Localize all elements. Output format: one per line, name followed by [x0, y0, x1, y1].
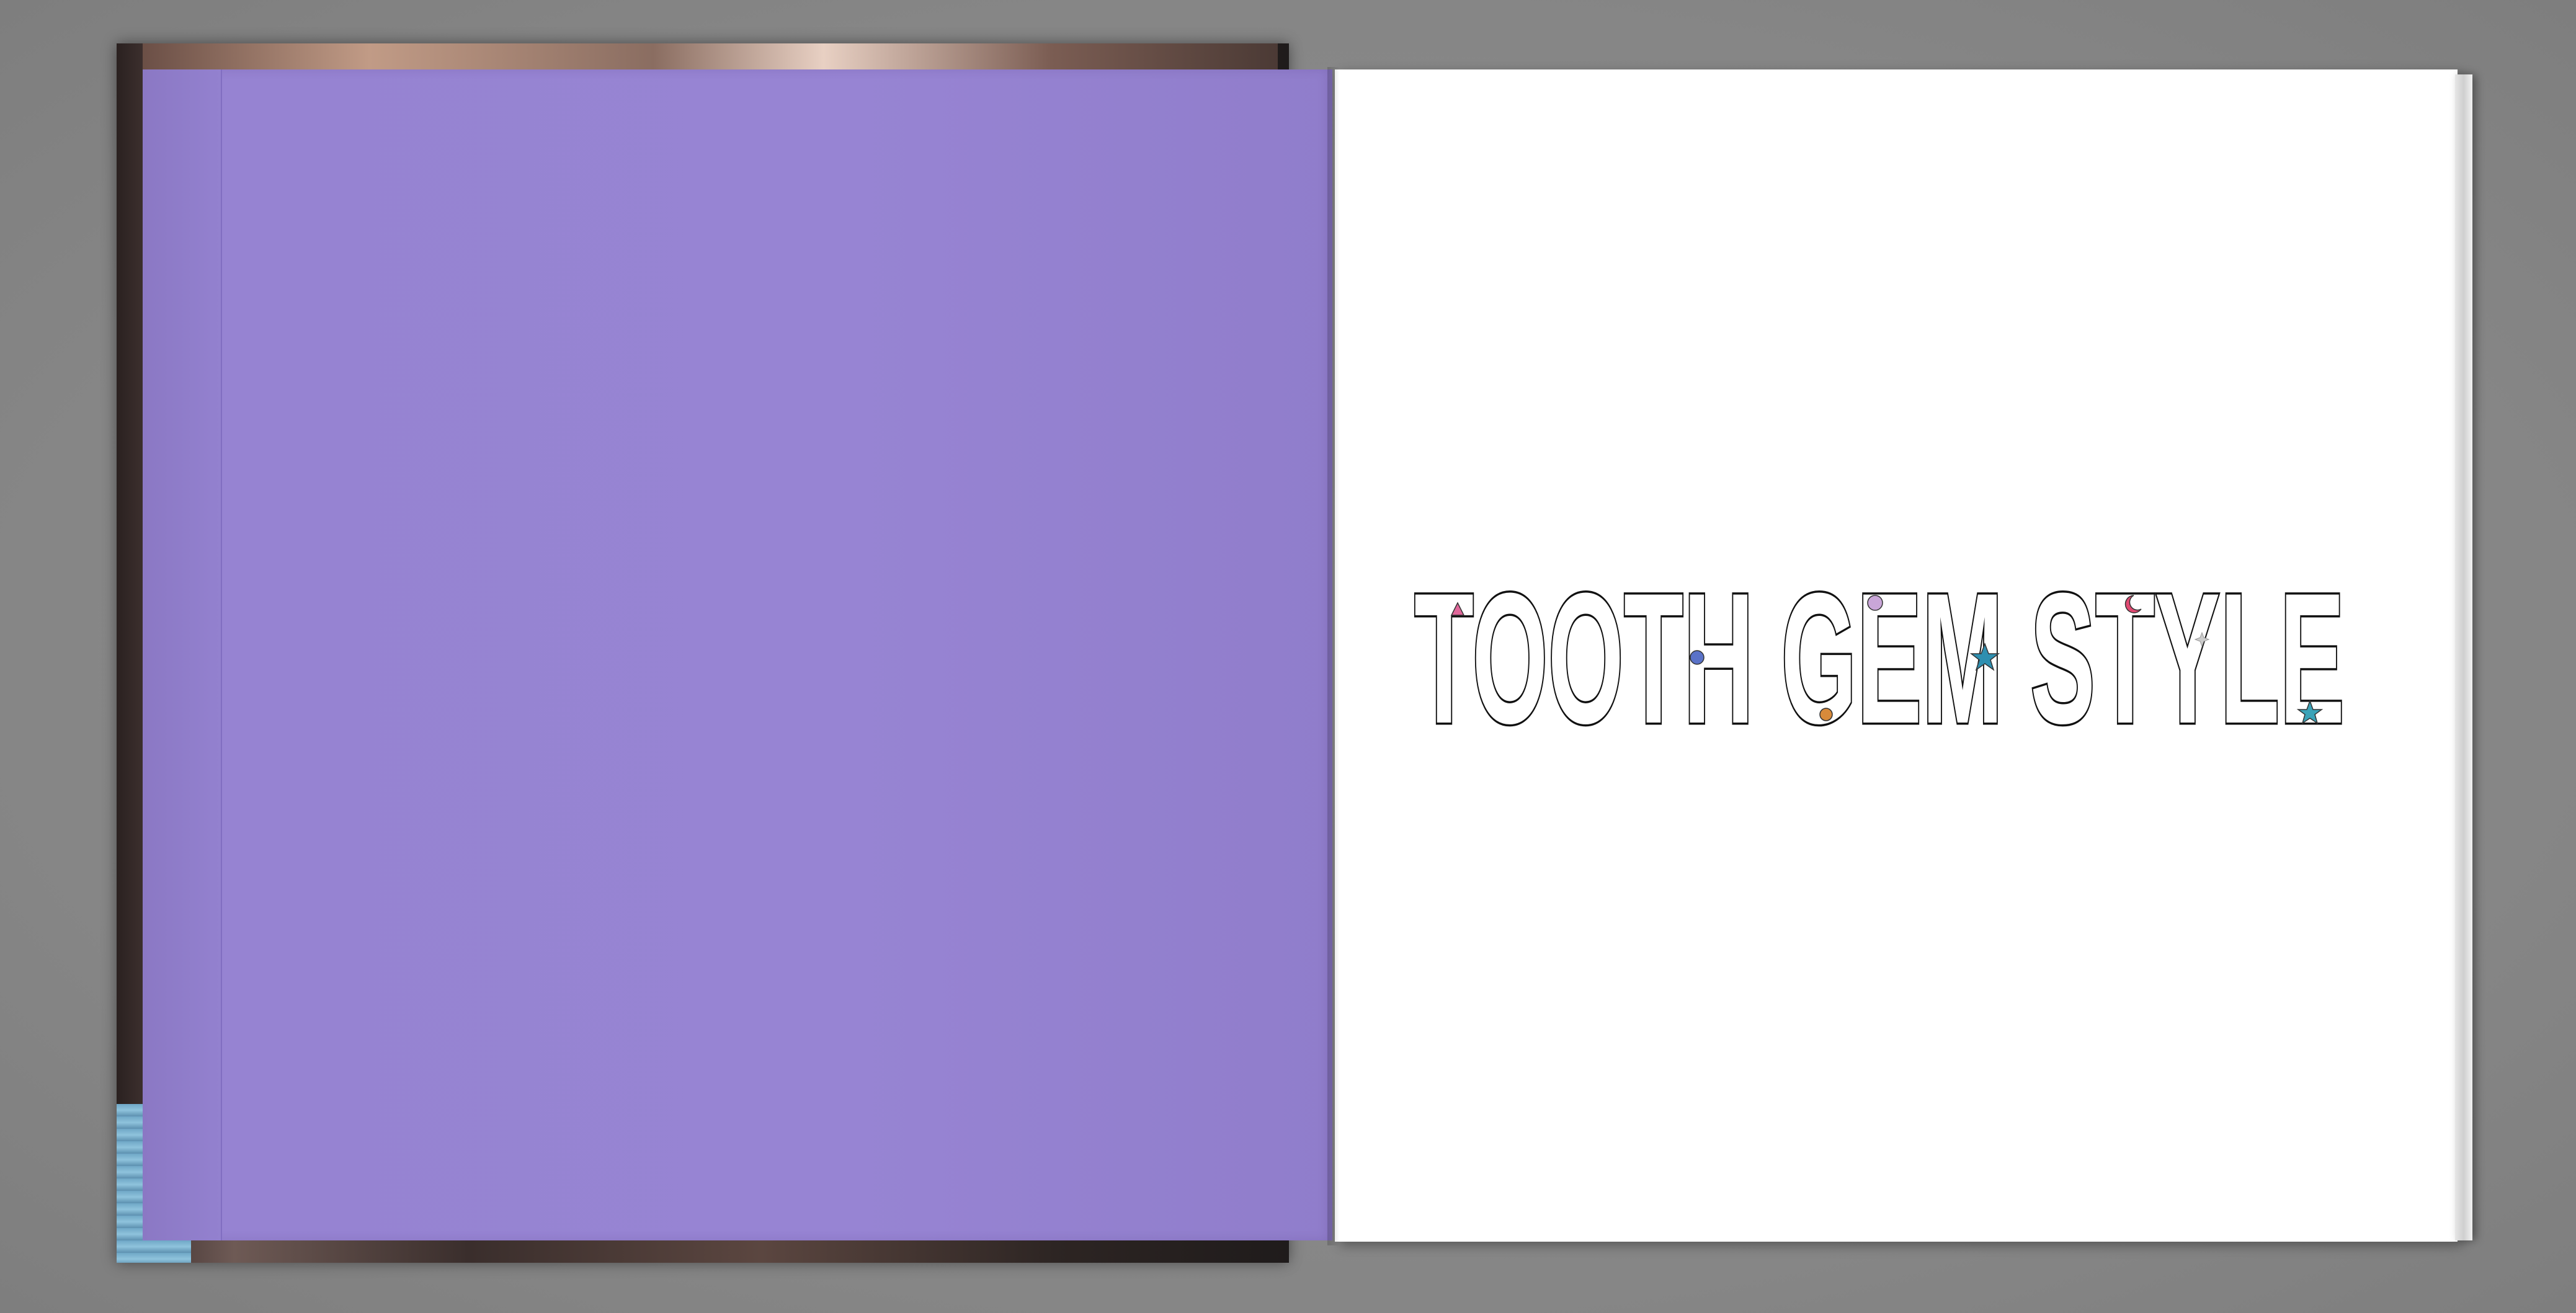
book-title: TOOTH GEM STYLE	[1414, 571, 2345, 738]
round-gem-icon	[1867, 595, 1883, 611]
title-graphic: TOOTH GEM STYLE	[1412, 571, 2347, 738]
book-spine-shadow	[1327, 67, 1340, 1245]
scan-background: TOOTH GEM STYLE	[0, 0, 2576, 1313]
round-gem-icon	[1819, 708, 1833, 721]
page-edge	[2455, 74, 2472, 1240]
cover-photo-strip	[143, 43, 1278, 73]
left-endpaper	[143, 69, 1332, 1240]
endpaper-fold	[143, 69, 222, 1240]
round-gem-icon	[1690, 650, 1705, 665]
